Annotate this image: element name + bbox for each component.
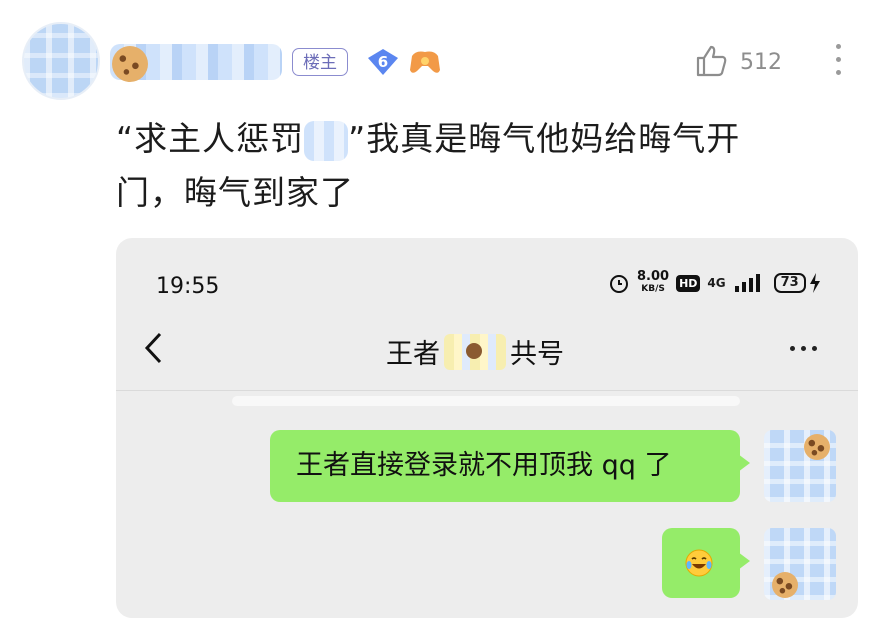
- post-text-line1-open: “求主人惩罚: [116, 119, 305, 158]
- battery-icon: 73: [773, 273, 821, 293]
- chat-title-right: 共号: [510, 339, 564, 370]
- like-count: 512: [740, 50, 782, 75]
- post-text-line1-rest: ”我真是晦气他妈给晦气开: [348, 119, 741, 158]
- hd-icon: HD: [676, 274, 701, 292]
- status-icons: 8.00 KB/S HD 4G 73: [608, 268, 821, 298]
- laugh-cry-emoji: [685, 549, 713, 577]
- level-number: 6: [377, 53, 389, 71]
- signal-icon: [734, 274, 760, 292]
- chat-avatar[interactable]: [764, 430, 836, 502]
- nav-divider: [116, 390, 858, 391]
- back-icon[interactable]: [142, 328, 164, 368]
- like-icon[interactable]: [694, 44, 728, 78]
- chat-title: 王者 共号: [386, 332, 564, 371]
- chat-avatar[interactable]: [764, 528, 836, 600]
- post-text-line2: 门，晦气到家了: [116, 173, 354, 212]
- alarm-icon: [610, 275, 628, 293]
- message-bubble[interactable]: 王者直接登录就不用顶我 qq 了: [270, 430, 750, 502]
- op-badge: 楼主: [292, 48, 348, 76]
- battery-level: 73: [773, 273, 806, 293]
- net-speed: 8.00 KB/S: [637, 270, 669, 296]
- title-obscured: [444, 333, 506, 370]
- more-horizontal-icon[interactable]: [790, 346, 817, 351]
- more-vertical-icon[interactable]: [832, 44, 844, 80]
- inline-obscured: [304, 120, 349, 161]
- net-speed-unit: KB/S: [641, 284, 665, 294]
- chat-screenshot[interactable]: 19:55 8.00 KB/S HD 4G 73 王者 共号 王者直接登录就不用…: [116, 238, 858, 618]
- status-time: 19:55: [156, 274, 220, 299]
- scroll-hint: [232, 396, 740, 406]
- cookie-sticker: [112, 46, 148, 82]
- level-badge: 6: [366, 48, 400, 76]
- chat-title-left: 王者: [386, 339, 440, 370]
- charging-icon: [809, 273, 820, 293]
- net-speed-value: 8.00: [637, 269, 670, 284]
- post-text: “求主人惩罚 ”我真是晦气他妈给晦气开 门，晦气到家了: [116, 112, 836, 220]
- user-avatar[interactable]: [22, 22, 100, 100]
- message-text: 王者直接登录就不用顶我 qq 了: [296, 450, 672, 481]
- gamepad-icon: [410, 51, 440, 73]
- network-type: 4G: [707, 276, 726, 290]
- message-bubble-emoji[interactable]: [662, 528, 750, 598]
